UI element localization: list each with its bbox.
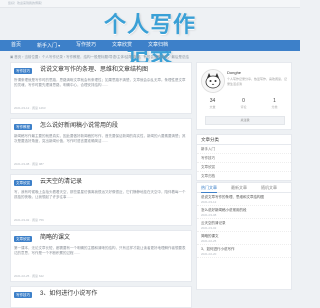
article-title[interactable]: 简略的课文: [40, 234, 70, 243]
article-title[interactable]: 怎么说好新闻稿小说常用的段: [40, 122, 118, 131]
article-meta: 2021-02-25 · 阅读 642: [14, 274, 44, 278]
author-description: 个人写作记录分享，热爱写作，喜欢阅读，记录生活点滴: [227, 77, 288, 86]
article-excerpt: 第一课本，无论文章长短，都需要有一个明确的主题和清晰的结构，只有这样才能让读者更…: [14, 246, 186, 255]
article-category-tag[interactable]: 文章欣赏: [14, 236, 32, 242]
stat-number: 1: [273, 98, 276, 104]
article-card[interactable]: 写作技巧 3、如何进行小说写作: [10, 286, 192, 308]
stat-comments: 0 评论: [228, 97, 259, 110]
article-card[interactable]: 文章欣赏 云天空的清记录 写，我有时候晚上会抬头看看天空，那些星星仿佛离我很远又…: [10, 174, 192, 226]
list-item[interactable]: 说说文章写作的条理、思维和文章结构图 2021-03-12: [197, 193, 291, 206]
categories-widget: 文章分类 新手入门 写作技巧 文章欣赏 文章归档: [196, 134, 292, 181]
article-card[interactable]: 写作技巧 说说文章写作的条理、思维和文章结构图 所谓条理就是写作时的思路，思路清…: [10, 62, 192, 114]
tab-popular[interactable]: 热门文章: [201, 183, 217, 193]
follow-button[interactable]: 关注我: [205, 116, 285, 125]
author-name[interactable]: Donghe: [227, 70, 241, 75]
category-item[interactable]: 写作技巧: [197, 154, 291, 163]
list-item-date: 2021-02-20: [201, 252, 217, 256]
list-item[interactable]: 3、如何进行小说写作 2021-02-20: [197, 245, 291, 258]
list-item[interactable]: 怎么说好新闻稿小说常用的段 2021-03-08: [197, 206, 291, 219]
list-item-date: 2021-02-25: [201, 239, 217, 243]
list-item[interactable]: 简略的课文 2021-02-25: [197, 232, 291, 245]
nav-item-article-appreciation[interactable]: 文章欣赏: [112, 40, 132, 51]
article-excerpt: 所谓条理就是写作时的思路，思路清晰文章就会有条理性；如果思路不清楚，文章就会杂乱…: [14, 78, 186, 87]
article-excerpt: 新闻稿写作最主要的就是真实，因此要做好新闻稿的写作，首先要保证新闻的真实性，新闻…: [14, 134, 186, 143]
category-item[interactable]: 文章欣赏: [197, 163, 291, 172]
main-nav: 首页 新手入门 写作技巧 文章欣赏 文章归档: [0, 40, 300, 51]
nav-item-writing-tips[interactable]: 写作技巧: [76, 40, 96, 51]
tab-random[interactable]: 随机文章: [261, 183, 277, 192]
article-excerpt: 写，我有时候晚上会抬头看看天空，那些星星仿佛离我很远又好像很近，它们静静地挂在天…: [14, 190, 186, 199]
article-title[interactable]: 云天空的清记录: [40, 178, 82, 187]
breadcrumb: ▣ 首页 › 当前位置：个人写作记录 › 写作教程，结构一般是标题/导语/主体/…: [10, 55, 189, 59]
widget-tabs: 热门文章 最新文章 随机文章: [197, 183, 291, 193]
list-item-date: 2021-03-08: [201, 213, 217, 217]
nav-item-beginner[interactable]: 新手入门: [37, 40, 60, 51]
article-title[interactable]: 说说文章写作的条理、思维和文章结构图: [40, 66, 148, 75]
category-item[interactable]: 文章归档: [197, 172, 291, 180]
stat-number: 0: [242, 98, 245, 104]
popular-posts-widget: 热门文章 最新文章 随机文章 说说文章写作的条理、思维和文章结构图 2021-0…: [196, 182, 292, 290]
list-item[interactable]: 云天空的清记录 2021-03-02: [197, 219, 291, 232]
list-item-date: 2021-03-12: [201, 200, 217, 204]
nav-item-home[interactable]: 首页: [11, 40, 21, 51]
top-bar: 您好！欢迎来到我的博客！: [0, 0, 300, 8]
widget-title: 文章分类: [197, 135, 291, 145]
article-card[interactable]: 写作教程 怎么说好新闻稿小说常用的段 新闻稿写作最主要的就是真实，因此要做好新闻…: [10, 118, 192, 170]
stat-label: 文章: [209, 105, 216, 109]
stat-number: 34: [209, 98, 216, 104]
cat-avatar-icon: [202, 70, 224, 92]
tab-latest[interactable]: 最新文章: [231, 183, 247, 192]
article-card[interactable]: 文章欣赏 简略的课文 第一课本，无论文章长短，都需要有一个明确的主题和清晰的结构…: [10, 230, 192, 282]
article-meta: 2021-03-02 · 阅读 756: [14, 218, 44, 222]
article-meta: 2021-03-12 · 阅读 1263: [14, 106, 46, 110]
stat-categories: 1 分类: [259, 97, 290, 110]
stat-label: 评论: [240, 105, 247, 109]
article-category-tag[interactable]: 写作教程: [14, 124, 32, 130]
welcome-text: 您好！欢迎来到我的博客！: [8, 1, 45, 5]
stat-articles: 34 文章: [197, 97, 228, 110]
article-category-tag[interactable]: 写作技巧: [14, 292, 32, 298]
avatar[interactable]: [201, 69, 225, 93]
author-stats: 34 文章 0 评论 1 分类: [197, 97, 291, 117]
author-profile-card: Donghe 个人写作记录分享，热爱写作，喜欢阅读，记录生活点滴 34 文章 0…: [196, 62, 292, 130]
nav-item-archive[interactable]: 文章归档: [148, 40, 168, 51]
site-logo[interactable]: 个人写作记录: [100, 10, 200, 68]
list-item-date: 2021-03-02: [201, 226, 217, 230]
article-title[interactable]: 3、如何进行小说写作: [40, 290, 97, 299]
stat-label: 分类: [271, 105, 278, 109]
article-category-tag[interactable]: 写作技巧: [14, 68, 32, 74]
article-meta: 2021-03-08 · 阅读 987: [14, 162, 44, 166]
article-category-tag[interactable]: 文章欣赏: [14, 180, 32, 186]
category-item[interactable]: 新手入门: [197, 145, 291, 154]
